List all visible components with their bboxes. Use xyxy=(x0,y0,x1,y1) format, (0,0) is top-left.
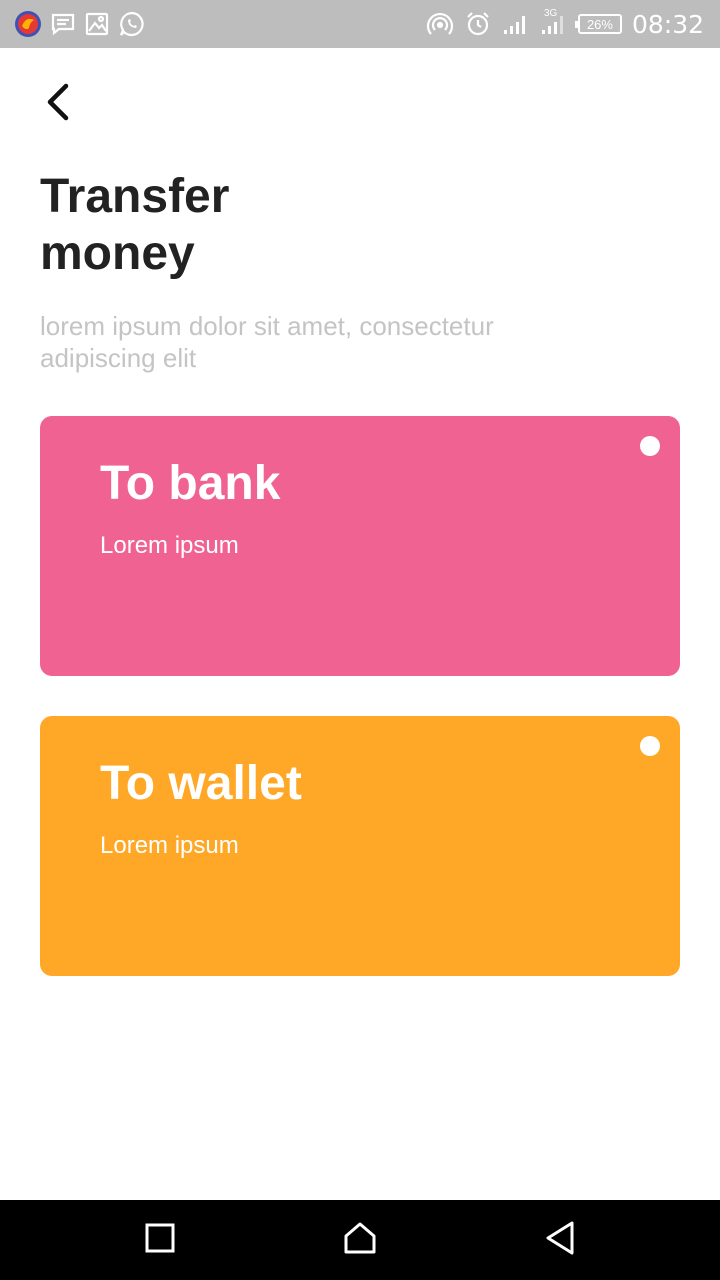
chevron-left-icon xyxy=(42,82,74,127)
card-indicator-dot xyxy=(640,436,660,456)
to-bank-card[interactable]: To bank Lorem ipsum xyxy=(40,416,680,676)
card-subtitle: Lorem ipsum xyxy=(100,532,239,559)
card-title: To wallet xyxy=(100,757,302,810)
hotspot-icon xyxy=(426,10,454,38)
network-type-label: 3G xyxy=(543,8,558,19)
page-title-line-2: money xyxy=(40,227,195,280)
page-title-line-1: Transfer xyxy=(40,170,230,223)
alarm-icon xyxy=(464,10,492,38)
back-button[interactable] xyxy=(36,80,80,128)
card-indicator-dot xyxy=(640,736,660,756)
to-wallet-card[interactable]: To wallet Lorem ipsum xyxy=(40,716,680,976)
home-icon xyxy=(343,1221,377,1260)
card-subtitle: Lorem ipsum xyxy=(100,832,239,859)
whatsapp-icon xyxy=(118,10,146,38)
clock: 08:32 xyxy=(631,9,704,39)
battery-level: 26% xyxy=(586,16,613,32)
navigation-bar xyxy=(0,1200,720,1280)
signal-3g-icon: 3G xyxy=(540,8,568,36)
recent-apps-button[interactable] xyxy=(140,1220,180,1260)
signal-icon xyxy=(502,12,530,36)
page-subtitle: lorem ipsum dolor sit amet, consectetur … xyxy=(40,311,494,373)
recent-apps-icon xyxy=(144,1222,176,1259)
page-title: Transfer money xyxy=(40,168,440,282)
status-bar: 3G 26% 08:32 xyxy=(0,0,720,48)
system-back-button[interactable] xyxy=(540,1220,580,1260)
browser-app-icon xyxy=(14,10,42,38)
home-button[interactable] xyxy=(340,1220,380,1260)
status-bar-system: 3G 26% 08:32 xyxy=(426,8,704,40)
status-bar-notifications xyxy=(14,10,146,38)
gallery-icon xyxy=(84,11,110,37)
battery-icon: 26% xyxy=(574,14,622,34)
transfer-money-screen: 3G 26% 08:32 Transfer money lorem ipsum … xyxy=(0,0,720,1280)
message-icon xyxy=(50,11,76,37)
back-icon xyxy=(544,1220,576,1261)
card-title: To bank xyxy=(100,457,281,510)
